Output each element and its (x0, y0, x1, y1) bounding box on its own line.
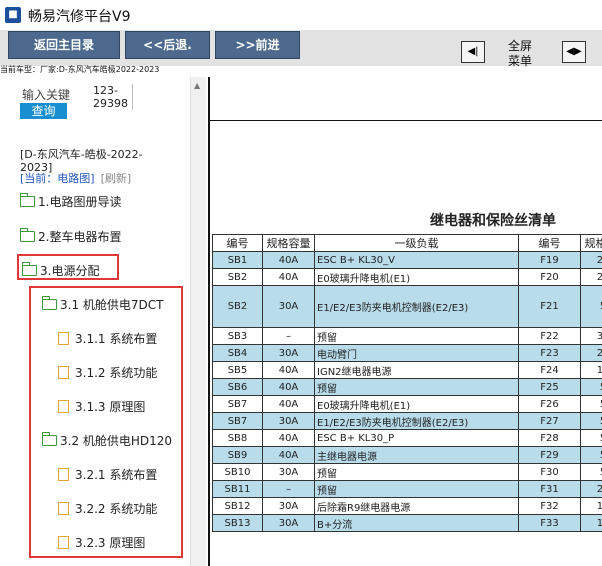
scroll-up-icon[interactable]: ▲ (194, 81, 200, 90)
table-row: SB840AESC B+ KL30_PF285A (212, 429, 602, 447)
table-row: SB540AIGN2继电器电源F2415A (212, 361, 602, 379)
table-row: SB1030A预留F305A (212, 463, 602, 481)
highlight-box-power (17, 254, 119, 280)
table-row: SB240AE0玻璃升降电机(E1)F2020A (212, 268, 602, 286)
document-title: 继电器和保险丝清单 (430, 213, 556, 229)
table-header: 编号规格容量一级负载编号规格容量 (212, 234, 602, 252)
table-row: SB1230A后除霜R9继电器电源F3215A (212, 497, 602, 515)
document-header-rule (210, 120, 602, 121)
current-car-type: 当前车型：厂家:D-东风汽车皓极2022-2023 (0, 65, 160, 74)
sidebar-scrollbar[interactable]: ▲ (190, 77, 206, 566)
table-row: SB3–预留F2230A (212, 327, 602, 345)
viewer-border (208, 77, 210, 566)
collapse-left-icon[interactable]: ◀| (461, 41, 485, 63)
table-row: SB1330AB+分流F3310A (212, 514, 602, 532)
table-row: SB730AE1/E2/E3防夹电机控制器(E2/E3)F275A (212, 412, 602, 430)
toolbar: 返回主目录 <<后退. >>前进 ◀| 全屏 菜单 ◀▶ (0, 30, 602, 69)
current-label: [当前：电路图] (20, 172, 95, 185)
home-button[interactable]: 返回主目录 (8, 31, 120, 59)
table-row: SB430A电动臂门F2320A (212, 344, 602, 362)
title-bar: ■ 畅易汽修平台V9 (0, 0, 602, 31)
window-title: 畅易汽修平台V9 (28, 9, 131, 25)
current-view: [当前：电路图] [刷新] (20, 170, 131, 186)
table-row: SB940A主继电器电源F295A (212, 446, 602, 464)
back-button[interactable]: <<后退. (125, 31, 210, 59)
search-input[interactable]: 123- 29398 (93, 84, 133, 110)
app-icon: ■ (5, 7, 21, 23)
query-button[interactable]: 查询 (20, 103, 67, 119)
fullscreen-menu-label[interactable]: 全屏 菜单 (508, 39, 532, 69)
tree-item-guide[interactable]: 1.电路图册导读 (20, 193, 121, 210)
search-label: 输入关键 (22, 88, 71, 102)
expand-both-icon[interactable]: ◀▶ (562, 41, 586, 63)
tree-item-layout[interactable]: 2.整车电器布置 (20, 228, 121, 245)
forward-button[interactable]: >>前进 (215, 31, 300, 59)
table-row: SB230AE1/E2/E3防夹电机控制器(E2/E3)F215A (212, 285, 602, 328)
table-row: SB740AE0玻璃升降电机(E1)F265A (212, 395, 602, 413)
folder-icon (20, 193, 35, 207)
table-row: SB640A预留F255A (212, 378, 602, 396)
folder-icon (20, 228, 35, 242)
fuse-table: 编号规格容量一级负载编号规格容量 SB140AESC B+ KL30_VF192… (212, 234, 602, 532)
table-row: SB140AESC B+ KL30_VF1920A (212, 251, 602, 269)
refresh-link[interactable]: [刷新] (101, 172, 132, 185)
table-row: SB11–预留F3120A (212, 480, 602, 498)
highlight-box-subtree (29, 286, 183, 558)
